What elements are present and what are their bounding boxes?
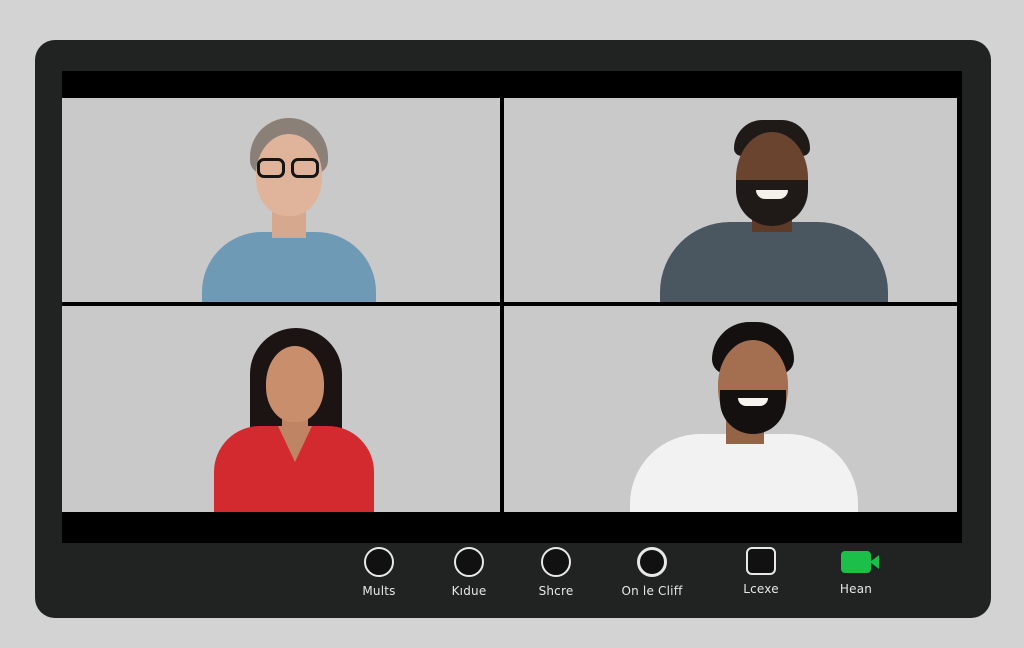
control-label-5: Lcexe (743, 582, 779, 596)
control-label-6: Hean (839, 582, 873, 596)
control-label-1: Mults (362, 584, 396, 598)
participant-tile-3[interactable] (62, 306, 500, 512)
circle-icon (637, 547, 667, 577)
participant-video-4 (628, 322, 860, 512)
control-label-4: On le Cliff (621, 584, 683, 598)
participant-video-2 (656, 118, 890, 302)
participant-tile-1[interactable] (62, 98, 500, 302)
control-button-4[interactable]: On le Cliff (607, 547, 697, 598)
control-button-5[interactable]: Lcexe (716, 547, 806, 596)
square-icon (746, 547, 776, 575)
video-call-window: Mults Kıdue Shcre On le Cliff Lcexe Hean (35, 40, 991, 618)
participant-video-1 (200, 118, 380, 302)
participant-grid (62, 98, 957, 512)
video-toggle-button[interactable]: Hean (811, 547, 901, 596)
call-controls-bar: Mults Kıdue Shcre On le Cliff Lcexe Hean (35, 545, 991, 618)
circle-icon (541, 547, 571, 577)
participant-video-3 (212, 328, 376, 512)
control-label-2: Kıdue (451, 584, 487, 598)
circle-icon (364, 547, 394, 577)
circle-icon (454, 547, 484, 577)
participant-tile-2[interactable] (504, 98, 957, 302)
video-camera-icon (841, 551, 879, 573)
control-label-3: Shcre (538, 584, 574, 598)
participant-tile-4[interactable] (504, 306, 957, 512)
control-button-2[interactable]: Kıdue (424, 547, 514, 598)
control-button-1[interactable]: Mults (334, 547, 424, 598)
control-button-3[interactable]: Shcre (511, 547, 601, 598)
video-area (62, 71, 962, 543)
